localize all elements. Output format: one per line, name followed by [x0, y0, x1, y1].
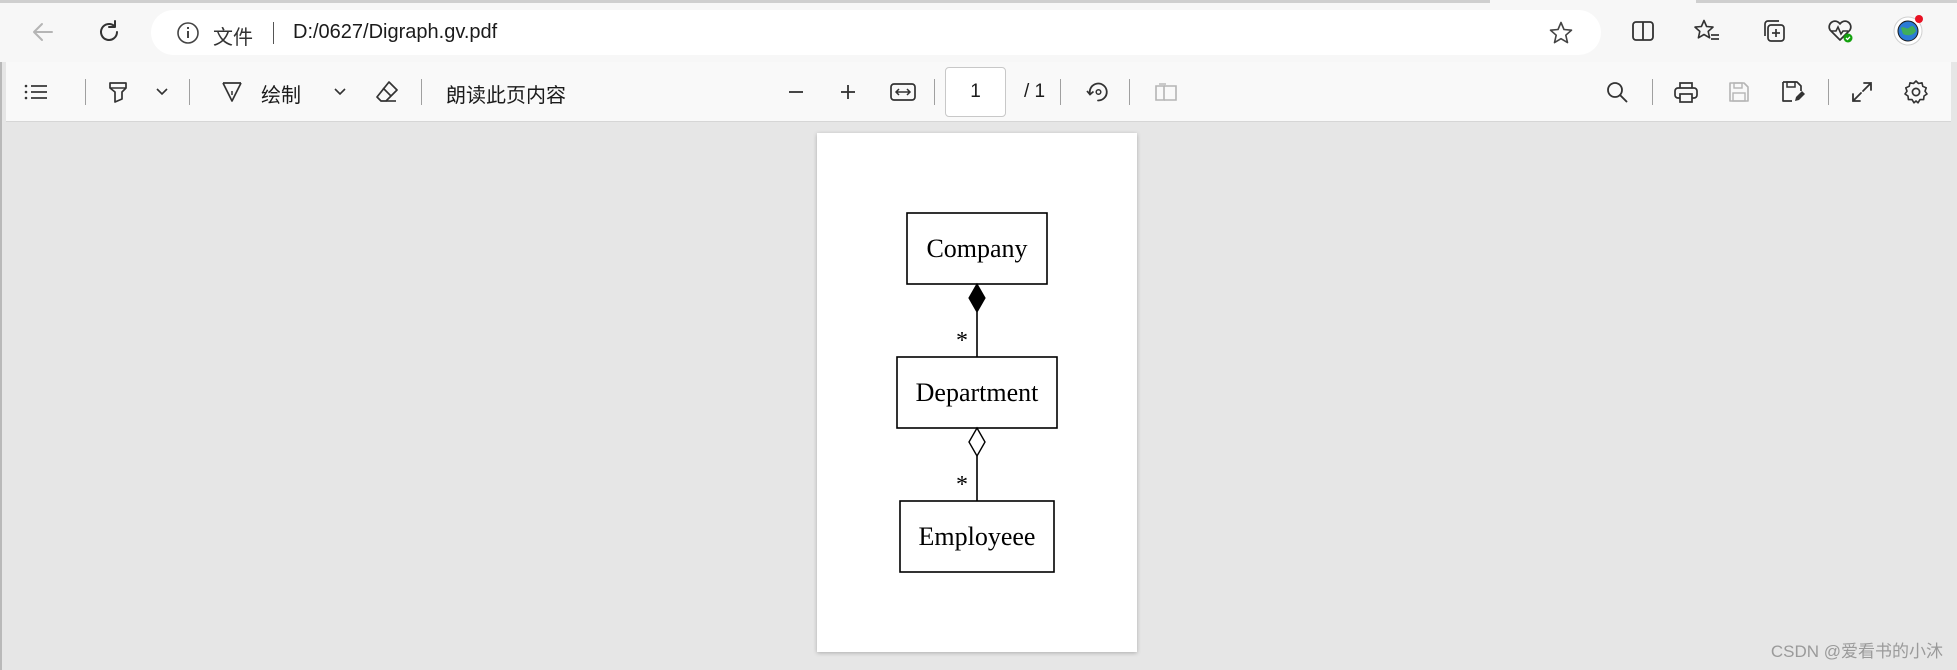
site-info-button[interactable] [175, 20, 201, 46]
favorites-icon [1694, 19, 1719, 40]
favorite-button[interactable] [1547, 19, 1575, 47]
print-icon [1674, 82, 1698, 103]
chevron-down-icon [156, 88, 168, 96]
search-button[interactable] [1601, 76, 1633, 108]
employee-multiplicity: * [956, 472, 968, 498]
zoom-out-button[interactable] [780, 76, 812, 108]
highlight-dropdown[interactable] [150, 80, 174, 104]
pdf-page: Company * Department * Employeee [817, 133, 1137, 652]
fullscreen-button[interactable] [1846, 76, 1878, 108]
watermark: CSDN @爱看书的小沐 [1770, 642, 1943, 661]
address-separator [273, 22, 274, 44]
page-view-button[interactable] [1150, 76, 1182, 108]
highlight-button[interactable] [102, 76, 134, 108]
zoom-out-icon [789, 91, 803, 93]
uml-diagram: Company * Department * Employeee [896, 212, 1058, 573]
fullscreen-icon [1852, 82, 1872, 102]
department-label: Department [916, 378, 1040, 407]
pdf-toolbar: 绘制 朗读此页内容 1 / 1 [6, 62, 1951, 122]
fit-width-button[interactable] [886, 76, 920, 108]
refresh-icon [100, 20, 118, 41]
read-aloud-button[interactable]: 朗读此页内容 [446, 79, 566, 108]
settings-icon [1904, 80, 1928, 104]
company-label: Company [926, 234, 1027, 263]
print-button[interactable] [1670, 76, 1702, 108]
draw-icon [222, 82, 242, 102]
split-screen-button[interactable] [1626, 14, 1660, 48]
employee-label: Employeee [919, 522, 1036, 551]
settings-button[interactable] [1900, 76, 1932, 108]
back-button[interactable] [24, 13, 62, 51]
address-bar[interactable]: 文件 D:/0627/Digraph.gv.pdf [151, 10, 1601, 55]
draw-button[interactable] [216, 76, 248, 108]
favorites-button[interactable] [1690, 14, 1724, 48]
eraser-button[interactable] [371, 76, 403, 108]
window-edge [0, 62, 2, 670]
toolbar-divider [85, 79, 86, 105]
page-view-icon [1155, 83, 1177, 101]
toolbar-divider [421, 79, 422, 105]
contents-icon [24, 84, 47, 100]
rotate-icon [1086, 82, 1108, 102]
toolbar-divider [189, 79, 190, 105]
toolbar-divider [934, 79, 935, 105]
back-icon [33, 23, 53, 41]
browser-address-row: 文件 D:/0627/Digraph.gv.pdf [0, 0, 1957, 62]
page-total: / 1 [1024, 81, 1046, 102]
toolbar-divider [1828, 79, 1829, 105]
save-as-button[interactable] [1777, 76, 1809, 108]
profile-button[interactable] [1889, 12, 1927, 50]
toolbar-divider [1652, 79, 1653, 105]
draw-dropdown[interactable] [328, 80, 352, 104]
browser-essentials-button[interactable] [1823, 14, 1857, 48]
save-button[interactable] [1723, 76, 1755, 108]
address-label-file: 文件 [213, 25, 253, 49]
collections-icon [1764, 20, 1785, 42]
browser-essentials-icon [1828, 20, 1853, 43]
tab-strip-right [1696, 0, 1957, 3]
toolbar-divider [1060, 79, 1061, 105]
favorite-star-icon [1549, 21, 1573, 44]
composition-diamond [968, 282, 986, 314]
profile-icon [1893, 15, 1923, 46]
toolbar-divider [1129, 79, 1130, 105]
chevron-down-icon [334, 88, 346, 96]
page-number-input[interactable]: 1 [945, 67, 1006, 117]
aggregation-diamond [968, 426, 986, 458]
search-icon [1607, 82, 1628, 103]
save-as-icon [1782, 81, 1805, 102]
split-screen-icon [1632, 21, 1654, 41]
collections-button[interactable] [1757, 14, 1791, 48]
zoom-in-icon [841, 85, 855, 99]
fit-width-icon [890, 83, 916, 101]
tab-strip [0, 0, 1490, 3]
zoom-in-button[interactable] [832, 76, 864, 108]
url-text[interactable]: D:/0627/Digraph.gv.pdf [293, 21, 497, 44]
rotate-button[interactable] [1082, 76, 1114, 108]
contents-button[interactable] [20, 76, 52, 108]
draw-label[interactable]: 绘制 [261, 79, 301, 108]
highlight-icon [109, 82, 127, 103]
eraser-icon [376, 81, 398, 102]
info-icon [177, 22, 199, 44]
department-multiplicity: * [956, 328, 968, 354]
refresh-button[interactable] [90, 13, 128, 51]
save-icon [1729, 82, 1749, 102]
